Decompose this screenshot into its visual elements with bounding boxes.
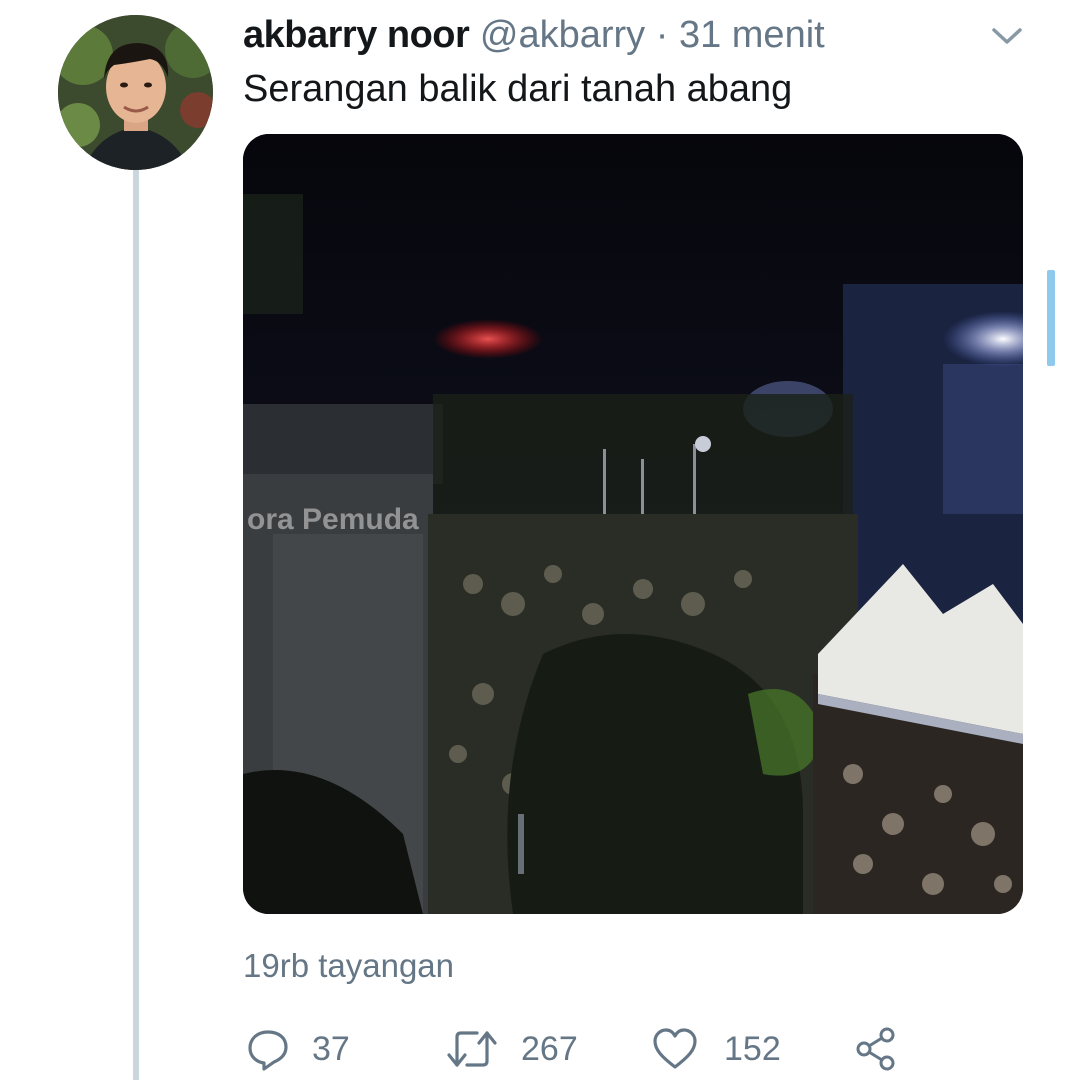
view-count: 19rb tayangan bbox=[243, 947, 455, 984]
separator: · bbox=[655, 14, 669, 56]
reply-button[interactable]: 37 bbox=[246, 1027, 350, 1071]
like-button[interactable]: 152 bbox=[652, 1027, 781, 1071]
reply-count: 37 bbox=[312, 1029, 350, 1068]
chevron-down-icon[interactable] bbox=[990, 24, 1024, 48]
author-handle[interactable]: @akbarry bbox=[480, 14, 645, 56]
like-count: 152 bbox=[724, 1029, 781, 1068]
retweet-button[interactable]: 267 bbox=[447, 1027, 578, 1071]
heart-icon bbox=[653, 1028, 697, 1069]
avatar[interactable] bbox=[58, 15, 213, 170]
scrollbar-thumb[interactable] bbox=[1047, 270, 1055, 366]
avatar-image bbox=[58, 15, 213, 170]
tweet-header: akbarry noor @akbarry · 31 menit bbox=[243, 14, 825, 57]
reply-icon bbox=[248, 1030, 288, 1071]
timestamp[interactable]: 31 menit bbox=[679, 14, 825, 56]
video-frame: ora Pemuda bbox=[243, 134, 1023, 914]
thread-connector-line bbox=[133, 170, 139, 1080]
share-button[interactable] bbox=[855, 1027, 899, 1071]
tweet-video[interactable]: ora Pemuda bbox=[243, 134, 1023, 914]
retweet-icon bbox=[447, 1031, 497, 1067]
svg-text:ora Pemuda: ora Pemuda bbox=[247, 503, 419, 536]
tweet-text: Serangan balik dari tanah abang bbox=[243, 68, 793, 110]
retweet-count: 267 bbox=[521, 1029, 578, 1068]
author-name[interactable]: akbarry noor bbox=[243, 14, 470, 56]
share-icon bbox=[856, 1027, 895, 1071]
